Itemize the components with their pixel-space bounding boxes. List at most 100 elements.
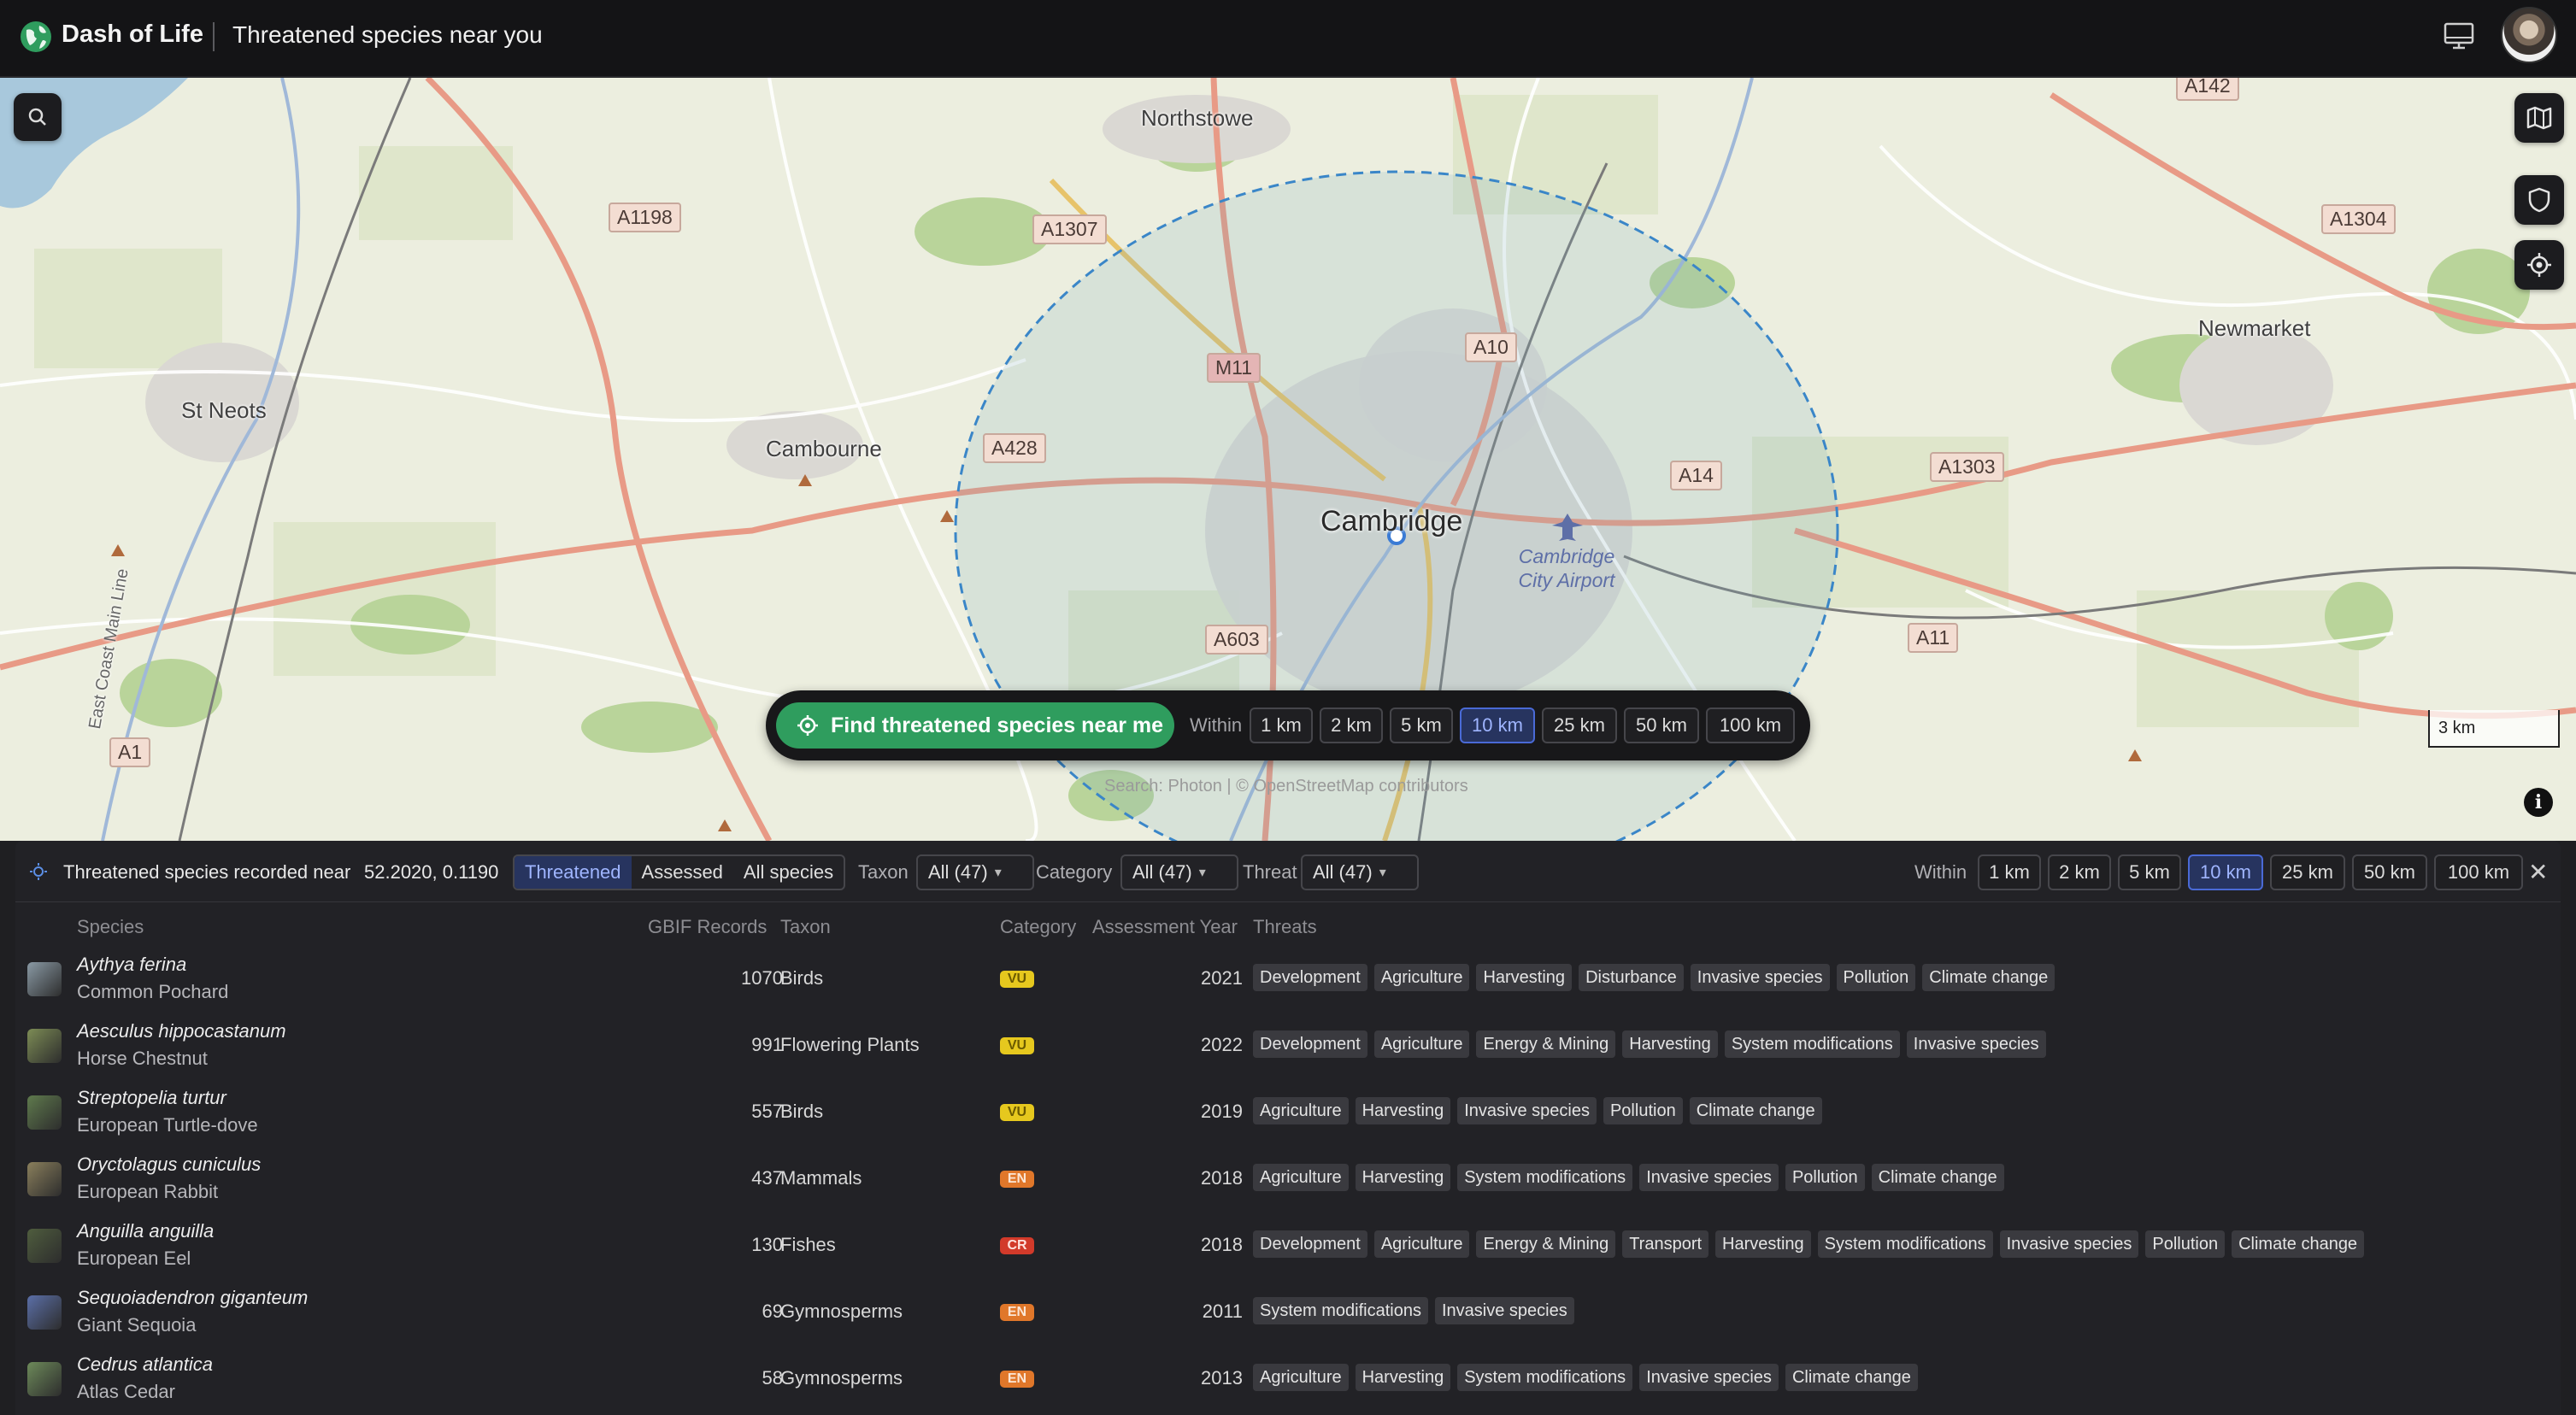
table-row[interactable]: Streptopelia turtur European Turtle-dove 5… — [15, 1080, 2561, 1147]
threat-tag[interactable]: Development — [1253, 1030, 1367, 1058]
threat-tag[interactable]: Energy & Mining — [1476, 1030, 1616, 1058]
threat-tag[interactable]: Agriculture — [1253, 1164, 1349, 1191]
species-scientific-name: Anguilla anguilla — [77, 1220, 215, 1242]
finder-radius-5km[interactable]: 5 km — [1390, 708, 1453, 743]
threat-tag[interactable]: Invasive species — [1639, 1164, 1779, 1191]
category-badge: VU — [1000, 1104, 1034, 1121]
threat-tag[interactable]: Harvesting — [1622, 1030, 1718, 1058]
road-label-m11: M11 — [1207, 353, 1262, 383]
threat-tag[interactable]: Climate change — [1871, 1164, 2004, 1191]
species-common-name: European Eel — [77, 1248, 191, 1269]
protected-areas-button[interactable] — [2514, 175, 2564, 225]
panel-radius-100km[interactable]: 100 km — [2434, 854, 2523, 890]
threat-tag[interactable]: Development — [1253, 964, 1367, 991]
table-row[interactable]: Cedrus atlantica Atlas Cedar 58 Gymnosperms… — [15, 1347, 2561, 1413]
finder-radius-10km[interactable]: 10 km — [1460, 708, 1535, 743]
panel-radius-10km[interactable]: 10 km — [2188, 854, 2263, 890]
page-title: Threatened species near you — [232, 21, 543, 48]
threat-tag[interactable]: Climate change — [1785, 1364, 1918, 1391]
threat-tag[interactable]: Pollution — [1836, 964, 1916, 991]
road-label-a428: A428 — [983, 433, 1046, 463]
threat-tag[interactable]: System modifications — [1457, 1164, 1633, 1191]
panel-radius-2km[interactable]: 2 km — [2048, 854, 2111, 890]
species-thumbnail — [27, 1029, 62, 1063]
threat-tag[interactable]: Invasive species — [1906, 1030, 2046, 1058]
threat-tag[interactable]: Harvesting — [1355, 1364, 1451, 1391]
threat-label: Threat — [1243, 861, 1297, 883]
col-header-taxon[interactable]: Taxon — [780, 916, 831, 938]
threat-tag[interactable]: Pollution — [2145, 1230, 2226, 1258]
threat-tag[interactable]: Agriculture — [1253, 1097, 1349, 1124]
table-row[interactable]: Oryctolagus cuniculus European Rabbit 437 M… — [15, 1147, 2561, 1213]
panel-radius-5km[interactable]: 5 km — [2118, 854, 2181, 890]
threat-tag[interactable]: Agriculture — [1253, 1364, 1349, 1391]
threat-tag[interactable]: Transport — [1622, 1230, 1709, 1258]
col-header-threats[interactable]: Threats — [1253, 916, 1317, 938]
threat-tag[interactable]: Agriculture — [1373, 1230, 1470, 1258]
threat-tag[interactable]: System modifications — [1817, 1230, 1993, 1258]
panel-radius-1km[interactable]: 1 km — [1978, 854, 2041, 890]
taxon-cell: Birds — [780, 1101, 824, 1122]
map-scale: 3 km — [2428, 710, 2560, 748]
threat-tag[interactable]: Climate change — [1689, 1097, 1822, 1124]
threat-tag[interactable]: System modifications — [1457, 1364, 1633, 1391]
threat-tag[interactable]: Invasive species — [1639, 1364, 1779, 1391]
map-attribution[interactable]: Search: Photon | © OpenStreetMap contrib… — [1104, 777, 1468, 796]
panel-radius-50km[interactable]: 50 km — [2352, 854, 2427, 890]
locate-me-button[interactable] — [2514, 240, 2564, 290]
threat-tag[interactable]: Climate change — [1922, 964, 2056, 991]
threat-tag[interactable]: Climate change — [2232, 1230, 2365, 1258]
col-header-category[interactable]: Category — [1000, 916, 1076, 938]
table-row[interactable]: Anguilla anguilla European Eel 130 Fishes CR… — [15, 1213, 2561, 1280]
threat-tag[interactable]: Pollution — [1603, 1097, 1683, 1124]
threat-tag[interactable]: Harvesting — [1355, 1164, 1451, 1191]
threat-tag[interactable]: Invasive species — [1434, 1297, 1574, 1324]
threat-tag[interactable]: System modifications — [1253, 1297, 1428, 1324]
finder-radius-50km[interactable]: 50 km — [1624, 708, 1699, 743]
top-bar: Dash of Life Threatened species near you — [0, 0, 2576, 77]
finder-radius-25km[interactable]: 25 km — [1542, 708, 1617, 743]
map-view[interactable]: Northstowe St Neots Cambourne Cambridge … — [0, 78, 2576, 841]
threat-tag[interactable]: System modifications — [1724, 1030, 1900, 1058]
threat-tag[interactable]: Invasive species — [1690, 964, 1830, 991]
monitor-icon[interactable] — [2443, 21, 2475, 51]
table-row[interactable]: Aythya ferina Common Pochard 1070 Birds VU 20… — [15, 947, 2561, 1013]
finder-radius-100km[interactable]: 100 km — [1706, 708, 1795, 743]
app-name[interactable]: Dash of Life — [62, 21, 203, 49]
map-search-button[interactable] — [14, 93, 62, 141]
close-icon[interactable]: ✕ — [2528, 858, 2548, 886]
threat-tag[interactable]: Harvesting — [1476, 964, 1573, 991]
status-tab-assessed[interactable]: Assessed — [632, 856, 733, 889]
species-common-name: European Turtle-dove — [77, 1114, 258, 1136]
road-label-a1303: A1303 — [1930, 452, 2004, 482]
map-layers-button[interactable] — [2514, 93, 2564, 143]
threat-tag[interactable]: Disturbance — [1579, 964, 1684, 991]
status-tab-all[interactable]: All species — [733, 856, 844, 889]
table-row[interactable]: Sequoiadendron giganteum Giant Sequoia 69 G… — [15, 1280, 2561, 1347]
threat-tag[interactable]: Harvesting — [1715, 1230, 1811, 1258]
user-avatar[interactable] — [2501, 7, 2557, 63]
find-species-button[interactable]: Find threatened species near me — [776, 702, 1174, 749]
taxon-dropdown[interactable]: All (47) ▾ — [916, 854, 1034, 890]
threat-tag[interactable]: Harvesting — [1355, 1097, 1451, 1124]
threat-tag[interactable]: Agriculture — [1373, 1030, 1470, 1058]
threat-tag[interactable]: Agriculture — [1373, 964, 1470, 991]
category-dropdown[interactable]: All (47) ▾ — [1120, 854, 1238, 890]
threat-tag[interactable]: Energy & Mining — [1476, 1230, 1616, 1258]
finder-radius-2km[interactable]: 2 km — [1320, 708, 1383, 743]
table-row[interactable]: Aesculus hippocastanum Horse Chestnut 991 F… — [15, 1013, 2561, 1080]
threat-tag[interactable]: Invasive species — [1457, 1097, 1597, 1124]
status-tab-threatened[interactable]: Threatened — [515, 856, 632, 889]
threat-tag[interactable]: Development — [1253, 1230, 1367, 1258]
col-header-records[interactable]: GBIF Records — [648, 916, 767, 938]
status-filter: Threatened Assessed All species — [513, 854, 846, 890]
threat-tag[interactable]: Pollution — [1785, 1164, 1865, 1191]
col-header-year[interactable]: Assessment Year — [1092, 916, 1238, 938]
col-header-species[interactable]: Species — [77, 916, 144, 938]
info-icon[interactable]: i — [2524, 788, 2553, 817]
road-label-a11: A11 — [1908, 623, 1959, 653]
finder-radius-1km[interactable]: 1 km — [1250, 708, 1313, 743]
panel-radius-25km[interactable]: 25 km — [2270, 854, 2345, 890]
threat-tag[interactable]: Invasive species — [1999, 1230, 2139, 1258]
threat-dropdown[interactable]: All (47) ▾ — [1301, 854, 1419, 890]
